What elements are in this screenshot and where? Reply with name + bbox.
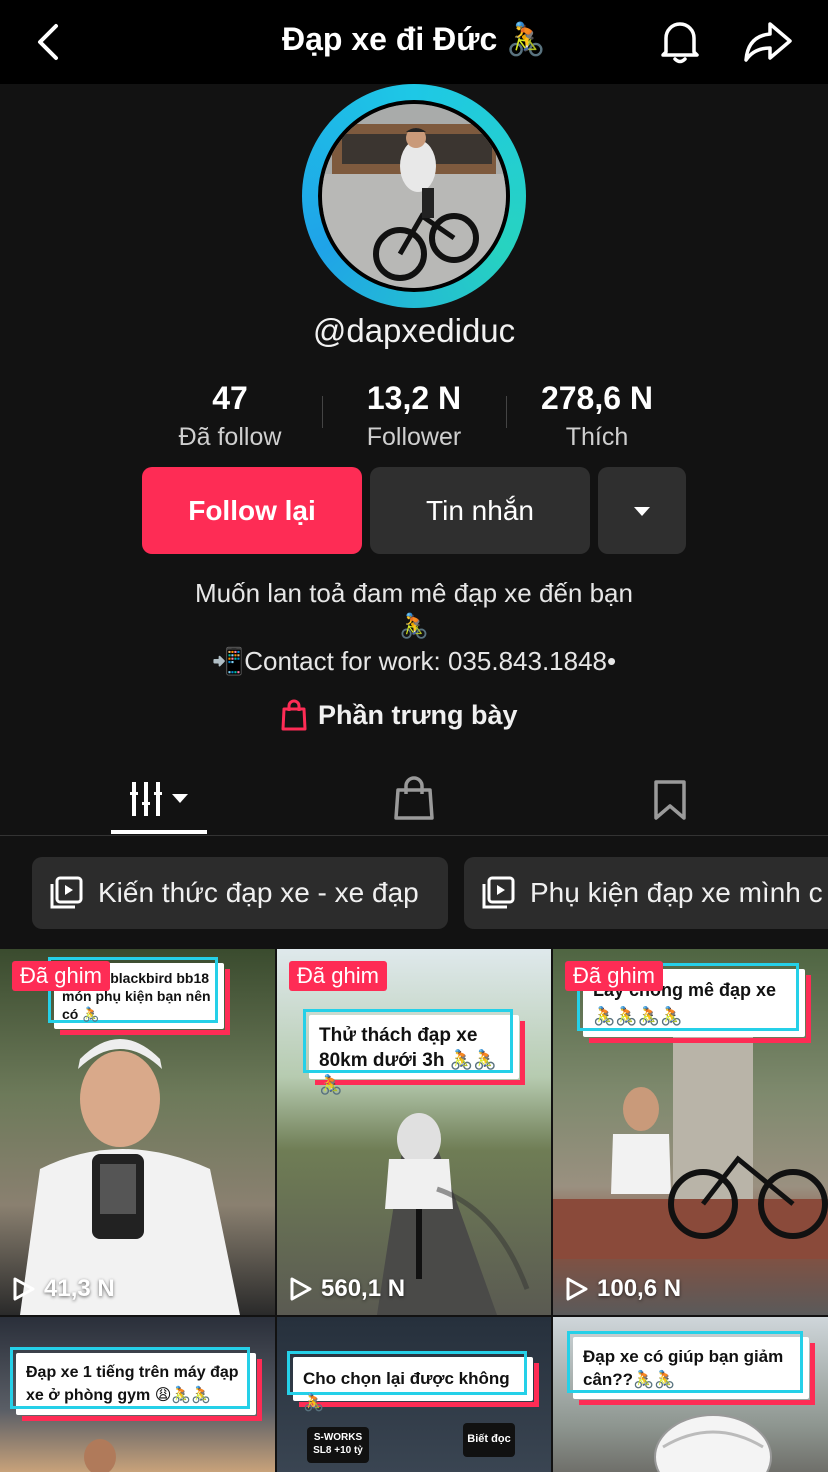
stat-divider — [322, 396, 323, 428]
view-count: 560,1 N — [289, 1275, 405, 1303]
play-icon — [290, 1277, 312, 1301]
video-caption: Đạp xe 1 tiếng trên máy đạp xe ở phòng g… — [10, 1347, 262, 1421]
caret-down-icon — [634, 506, 650, 516]
message-button[interactable]: Tin nhắn — [370, 467, 590, 554]
view-count: 100,6 N — [565, 1275, 681, 1303]
stat-divider — [506, 396, 507, 428]
bio-contact-line: 📲Contact for work: 035.843.1848• — [211, 646, 617, 676]
thumbnail-image — [377, 1113, 530, 1315]
bio-text-line: Muốn lan toả đam mê đạp xe đến bạn — [195, 578, 633, 608]
bio-emoji-line: 🚴 — [399, 613, 429, 640]
shopping-bag-tab-icon — [394, 776, 434, 820]
stat-following[interactable]: 47 Đã follow — [150, 380, 310, 452]
play-icon — [13, 1277, 35, 1301]
tab-saved[interactable] — [648, 774, 692, 824]
follow-back-button[interactable]: Follow lại — [142, 467, 362, 554]
playlist-label: Phụ kiện đạp xe mình c — [530, 877, 823, 908]
showcase-link[interactable]: Phần trưng bày — [280, 696, 518, 734]
stat-following-label: Đã follow — [178, 423, 282, 451]
pinned-badge: Đã ghim — [12, 961, 110, 991]
view-count-value: 41,3 N — [44, 1275, 115, 1302]
tab-videos[interactable] — [128, 774, 192, 824]
play-icon — [566, 1277, 588, 1301]
bookmark-icon — [654, 780, 686, 820]
video-thumbnail[interactable]: Cho chọn lại được không🚴 S-WORKS SL8 +10… — [277, 1317, 551, 1472]
suggested-accounts-button[interactable] — [598, 467, 686, 554]
video-caption: Thử thách đạp xe 80km dưới 3h 🚴🚴🚴 — [303, 1009, 525, 1096]
video-thumbnail[interactable]: Đã ghim Lấy chồng mê đạp xe 🚴🚴🚴🚴 100,6 N — [553, 949, 828, 1315]
avatar[interactable] — [318, 100, 510, 292]
bell-icon[interactable] — [656, 16, 704, 66]
video-grid-icon — [130, 782, 188, 816]
share-arrow-icon[interactable] — [742, 18, 794, 64]
pinned-badge: Đã ghim — [565, 961, 663, 991]
video-thumbnail[interactable]: Đã ghim đạp xe blackbird bb18 món phụ ki… — [0, 949, 275, 1315]
video-caption: Đạp xe có giúp bạn giảm cân??🚴🚴 — [567, 1331, 815, 1405]
active-tab-indicator — [111, 830, 207, 834]
showcase-label: Phần trưng bày — [318, 699, 518, 730]
stat-following-value: 47 — [212, 380, 248, 416]
profile-handle: @dapxediduc — [312, 312, 516, 349]
top-bar: Đạp xe đi Đức 🚴 — [0, 0, 828, 84]
pinned-badge: Đã ghim — [289, 961, 387, 991]
playlist-icon — [482, 876, 515, 909]
video-thumbnail[interactable]: Đạp xe 1 tiếng trên máy đạp xe ở phòng g… — [0, 1317, 275, 1472]
comparison-sticker: S-WORKS SL8 +10 tỷ — [307, 1427, 369, 1463]
comparison-sticker: Biết đọc — [463, 1423, 515, 1457]
video-thumbnail[interactable]: Đạp xe có giúp bạn giảm cân??🚴🚴 — [553, 1317, 828, 1472]
playlist-chip[interactable]: Phụ kiện đạp xe mình c — [464, 857, 828, 929]
playlist-icon — [50, 876, 83, 909]
stat-followers-label: Follower — [366, 423, 462, 451]
tab-shop[interactable] — [390, 774, 438, 824]
stat-likes-label: Thích — [565, 423, 629, 451]
view-count-value: 560,1 N — [321, 1275, 406, 1302]
profile-stats: 47 Đã follow 13,2 N Follower 278,6 N Thí… — [0, 380, 828, 460]
playlist-chip[interactable]: Kiến thức đạp xe - xe đạp — [32, 857, 448, 929]
avatar-photo — [322, 104, 506, 288]
stat-likes[interactable]: 278,6 N Thích — [512, 380, 682, 452]
view-count-value: 100,6 N — [597, 1275, 682, 1302]
shopping-bag-icon — [281, 699, 307, 731]
stat-followers-value: 13,2 N — [366, 380, 462, 416]
view-count: 41,3 N — [12, 1275, 115, 1303]
video-thumbnail[interactable]: Đã ghim Thử thách đạp xe 80km dưới 3h 🚴🚴… — [277, 949, 551, 1315]
playlist-label: Kiến thức đạp xe - xe đạp — [98, 877, 419, 908]
stat-followers[interactable]: 13,2 N Follower — [334, 380, 494, 452]
video-caption: Cho chọn lại được không🚴 — [287, 1351, 539, 1412]
profile-tabs — [0, 770, 828, 836]
stat-likes-value: 278,6 N — [540, 380, 654, 416]
